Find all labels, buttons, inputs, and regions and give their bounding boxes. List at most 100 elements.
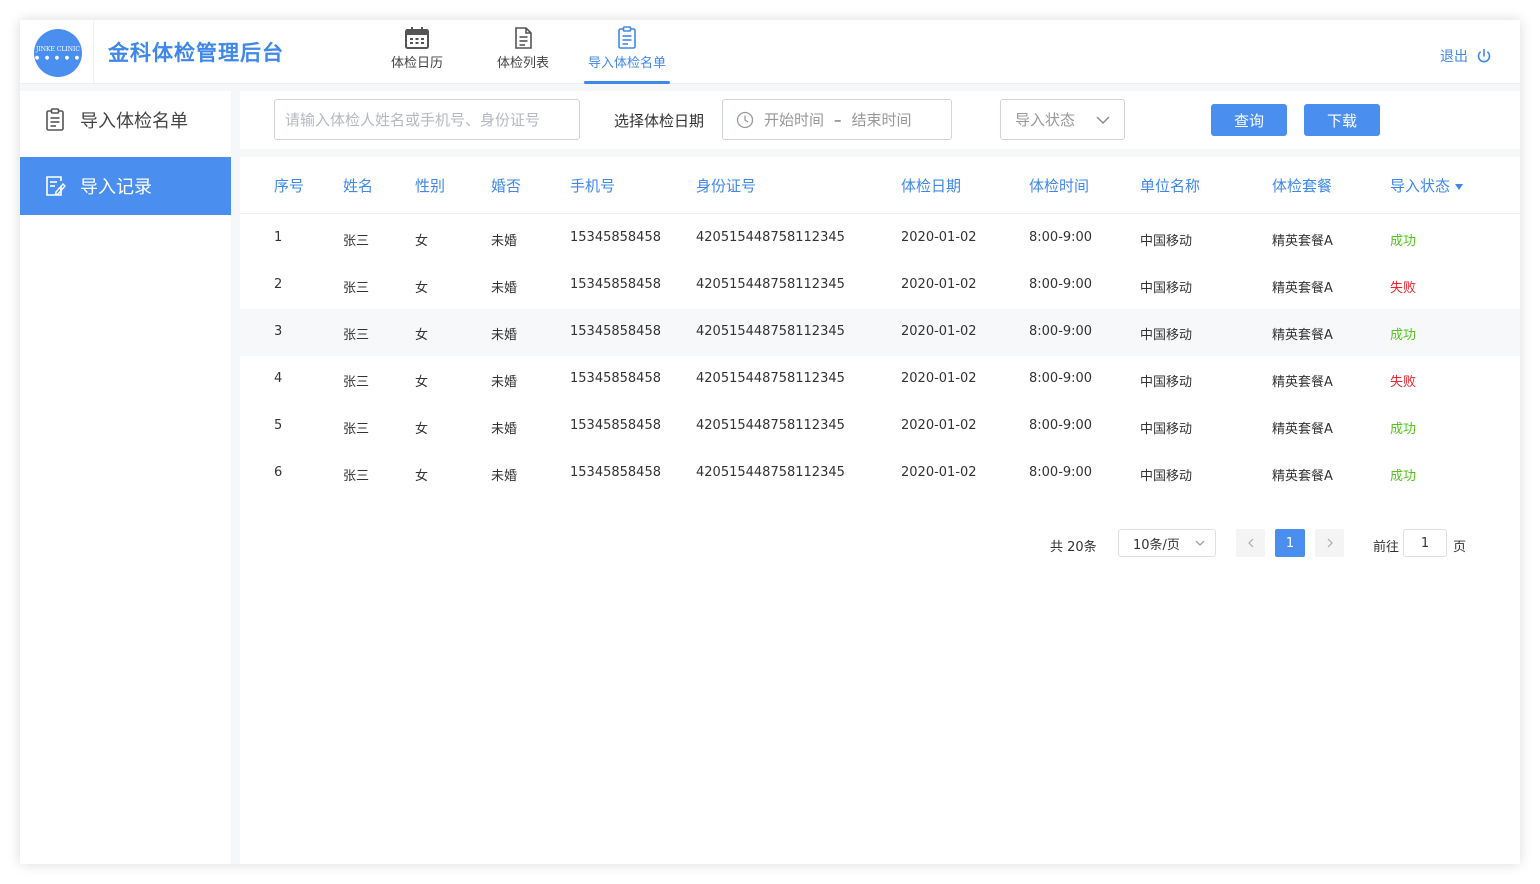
column-header: 体检日期 bbox=[901, 177, 962, 195]
pagination-total: 共 20条 bbox=[1050, 540, 1097, 555]
tab-exam-list-label: 体检列表 bbox=[496, 56, 549, 71]
app-title: 金科体检管理后台 bbox=[108, 41, 284, 65]
date-range-picker[interactable]: 开始时间 – 结束时间 bbox=[722, 99, 952, 140]
status-select-placeholder: 导入状态 bbox=[1015, 111, 1076, 129]
filter-bar: 选择体检日期 开始时间 – 结束时间 导入状态 查询 下载 bbox=[240, 91, 1520, 149]
cell-name: 张三 bbox=[343, 469, 370, 484]
table-row[interactable]: 6 张三 女 未婚 15345858458 420515448758112345 2020-… bbox=[240, 450, 1520, 497]
cell-exam-time: 8:00-9:00 bbox=[1029, 418, 1093, 433]
row-index: 6 bbox=[274, 465, 283, 480]
chevron-down-icon bbox=[1096, 116, 1110, 124]
cell-exam-date: 2020-01-02 bbox=[901, 230, 977, 245]
cell-package: 精英套餐A bbox=[1272, 328, 1333, 343]
cell-exam-time: 8:00-9:00 bbox=[1029, 230, 1093, 245]
row-index: 5 bbox=[274, 418, 283, 433]
column-header: 单位名称 bbox=[1140, 177, 1201, 195]
cell-exam-time: 8:00-9:00 bbox=[1029, 324, 1093, 339]
pagination: 共 20条 10条/页 1 前往 页 bbox=[240, 529, 1520, 559]
cell-phone: 15345858458 bbox=[570, 465, 661, 480]
status-column-label: 导入状态 bbox=[1390, 177, 1451, 195]
status-badge: 成功 bbox=[1390, 328, 1417, 343]
date-filter-label: 选择体检日期 bbox=[614, 112, 705, 130]
column-header: 手机号 bbox=[570, 177, 616, 195]
table-row[interactable]: 3 张三 女 未婚 15345858458 420515448758112345 2020-… bbox=[240, 309, 1520, 356]
cell-name: 张三 bbox=[343, 328, 370, 343]
cell-exam-date: 2020-01-02 bbox=[901, 465, 977, 480]
active-tab-underline bbox=[584, 81, 670, 84]
status-badge: 成功 bbox=[1390, 469, 1417, 484]
status-column-header[interactable]: 导入状态 bbox=[1390, 175, 1464, 196]
cell-exam-date: 2020-01-02 bbox=[901, 418, 977, 433]
page-number-current[interactable]: 1 bbox=[1275, 529, 1305, 557]
column-header: 性别 bbox=[415, 177, 446, 195]
cell-id-number: 420515448758112345 bbox=[696, 371, 845, 386]
cell-id-number: 420515448758112345 bbox=[696, 465, 845, 480]
row-index: 2 bbox=[274, 277, 283, 292]
cell-id-number: 420515448758112345 bbox=[696, 230, 845, 245]
row-index: 1 bbox=[274, 230, 283, 245]
cell-married: 未婚 bbox=[491, 422, 518, 437]
power-icon bbox=[1477, 48, 1491, 63]
next-page-button[interactable] bbox=[1315, 529, 1344, 557]
date-separator: – bbox=[834, 110, 842, 129]
cell-exam-date: 2020-01-02 bbox=[901, 324, 977, 339]
cell-unit: 中国移动 bbox=[1140, 375, 1193, 390]
sidebar-item-import-record[interactable]: 导入记录 bbox=[20, 157, 231, 215]
row-index: 4 bbox=[274, 371, 283, 386]
status-badge: 成功 bbox=[1390, 234, 1417, 249]
clipboard-icon bbox=[46, 108, 64, 131]
tab-exam-list[interactable]: 体检列表 bbox=[492, 26, 554, 84]
clinic-logo[interactable]: JINKE CLINIC ● ● ● ● ● bbox=[34, 29, 82, 77]
page-size-select[interactable]: 10条/页 bbox=[1118, 529, 1216, 557]
logout-button[interactable]: 退出 bbox=[1440, 46, 1492, 66]
table-row[interactable]: 5 张三 女 未婚 15345858458 420515448758112345 2020-… bbox=[240, 403, 1520, 450]
cell-unit: 中国移动 bbox=[1140, 234, 1193, 249]
goto-page-input[interactable] bbox=[1403, 529, 1447, 557]
table-row[interactable]: 1 张三 女 未婚 15345858458 420515448758112345 2020-… bbox=[240, 215, 1520, 262]
status-badge: 失败 bbox=[1390, 375, 1417, 390]
cell-id-number: 420515448758112345 bbox=[696, 324, 845, 339]
cell-name: 张三 bbox=[343, 422, 370, 437]
prev-page-button[interactable] bbox=[1236, 529, 1265, 557]
status-badge: 失败 bbox=[1390, 281, 1417, 296]
tab-import-list[interactable]: 导入体检名单 bbox=[584, 26, 670, 84]
download-button[interactable]: 下载 bbox=[1304, 104, 1380, 136]
search-input[interactable] bbox=[274, 99, 580, 140]
table-row[interactable]: 2 张三 女 未婚 15345858458 420515448758112345 2020-… bbox=[240, 262, 1520, 309]
column-header: 姓名 bbox=[343, 177, 374, 195]
top-header: JINKE CLINIC ● ● ● ● ● 金科体检管理后台 体检日历 体检列… bbox=[20, 20, 1520, 84]
cell-unit: 中国移动 bbox=[1140, 281, 1193, 296]
cell-gender: 女 bbox=[415, 234, 429, 249]
cell-package: 精英套餐A bbox=[1272, 281, 1333, 296]
cell-phone: 15345858458 bbox=[570, 324, 661, 339]
table-row[interactable]: 4 张三 女 未婚 15345858458 420515448758112345 2020-… bbox=[240, 356, 1520, 403]
cell-exam-time: 8:00-9:00 bbox=[1029, 371, 1093, 386]
cell-id-number: 420515448758112345 bbox=[696, 277, 845, 292]
tab-calendar[interactable]: 体检日历 bbox=[386, 26, 448, 84]
cell-gender: 女 bbox=[415, 375, 429, 390]
cell-package: 精英套餐A bbox=[1272, 375, 1333, 390]
sidebar-item-import-list[interactable]: 导入体检名单 bbox=[20, 91, 231, 149]
cell-gender: 女 bbox=[415, 422, 429, 437]
logout-label: 退出 bbox=[1440, 49, 1468, 65]
tab-import-list-label: 导入体检名单 bbox=[587, 56, 666, 71]
status-select[interactable]: 导入状态 bbox=[1000, 99, 1125, 140]
query-button[interactable]: 查询 bbox=[1211, 104, 1287, 136]
table-header: 序号 姓名 性别 婚否 手机号 身份证号 体检日期 体检时间 单位名称 体检套餐… bbox=[240, 157, 1520, 214]
records-table: 序号 姓名 性别 婚否 手机号 身份证号 体检日期 体检时间 单位名称 体检套餐… bbox=[240, 157, 1520, 864]
cell-phone: 15345858458 bbox=[570, 277, 661, 292]
chevron-right-icon bbox=[1327, 538, 1333, 548]
cell-married: 未婚 bbox=[491, 375, 518, 390]
cell-gender: 女 bbox=[415, 469, 429, 484]
date-end-placeholder: 结束时间 bbox=[851, 111, 912, 129]
cell-name: 张三 bbox=[343, 281, 370, 296]
cell-married: 未婚 bbox=[491, 328, 518, 343]
document-list-icon bbox=[515, 27, 532, 49]
sort-down-icon bbox=[1455, 183, 1464, 190]
calendar-icon bbox=[405, 27, 429, 49]
cell-married: 未婚 bbox=[491, 281, 518, 296]
cell-phone: 15345858458 bbox=[570, 230, 661, 245]
app-window: JINKE CLINIC ● ● ● ● ● 金科体检管理后台 体检日历 体检列… bbox=[20, 20, 1520, 864]
sidebar-item-label: 导入记录 bbox=[80, 177, 152, 198]
column-header: 体检时间 bbox=[1029, 177, 1090, 195]
